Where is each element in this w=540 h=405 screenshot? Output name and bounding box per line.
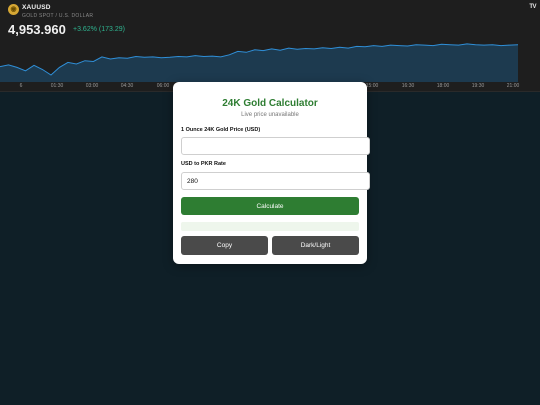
gold-coin-icon: ◉ xyxy=(8,4,19,15)
ticker-price: 4,953.960 xyxy=(8,22,66,37)
result-box xyxy=(181,222,359,231)
ticker-symbol[interactable]: XAUUSD xyxy=(22,4,51,11)
time-axis-tick: 03:00 xyxy=(85,83,99,89)
time-axis-tick: 19:30 xyxy=(471,83,485,89)
price-sparkline xyxy=(0,43,519,82)
ticker-change: +3.62% (173.29) xyxy=(73,26,125,33)
time-axis-tick: 18:00 xyxy=(436,83,450,89)
pkr-rate-label: USD to PKR Rate xyxy=(181,161,226,167)
pkr-rate-input[interactable] xyxy=(181,172,370,190)
copy-button[interactable]: Copy xyxy=(181,236,268,255)
ticker-subtitle: GOLD SPOT / U.S. DOLLAR xyxy=(22,13,94,19)
tradingview-logo-icon[interactable]: TV xyxy=(529,4,536,10)
time-axis-tick: 01:30 xyxy=(50,83,64,89)
time-axis-tick: 04:30 xyxy=(120,83,134,89)
time-axis-tick: 16:30 xyxy=(401,83,415,89)
time-axis-tick: 06:00 xyxy=(156,83,170,89)
time-axis-tick: 15:00 xyxy=(365,83,379,89)
calculate-button[interactable]: Calculate xyxy=(181,197,359,215)
gold-calculator-card: 24K Gold Calculator Live price unavailab… xyxy=(173,82,370,264)
gold-price-label: 1 Ounce 24K Gold Price (USD) xyxy=(181,127,261,133)
time-axis-tick: 21:00 xyxy=(506,83,520,89)
price-status: Live price unavailable xyxy=(241,112,299,118)
calculator-title: 24K Gold Calculator xyxy=(222,98,318,109)
gold-price-input[interactable] xyxy=(181,137,370,155)
theme-toggle-button[interactable]: Dark/Light xyxy=(272,236,359,255)
time-axis-tick: 6 xyxy=(19,83,23,89)
sparkline-area xyxy=(0,43,518,82)
price-ticker-widget: ◉ XAUUSD GOLD SPOT / U.S. DOLLAR 4,953.9… xyxy=(0,0,540,92)
